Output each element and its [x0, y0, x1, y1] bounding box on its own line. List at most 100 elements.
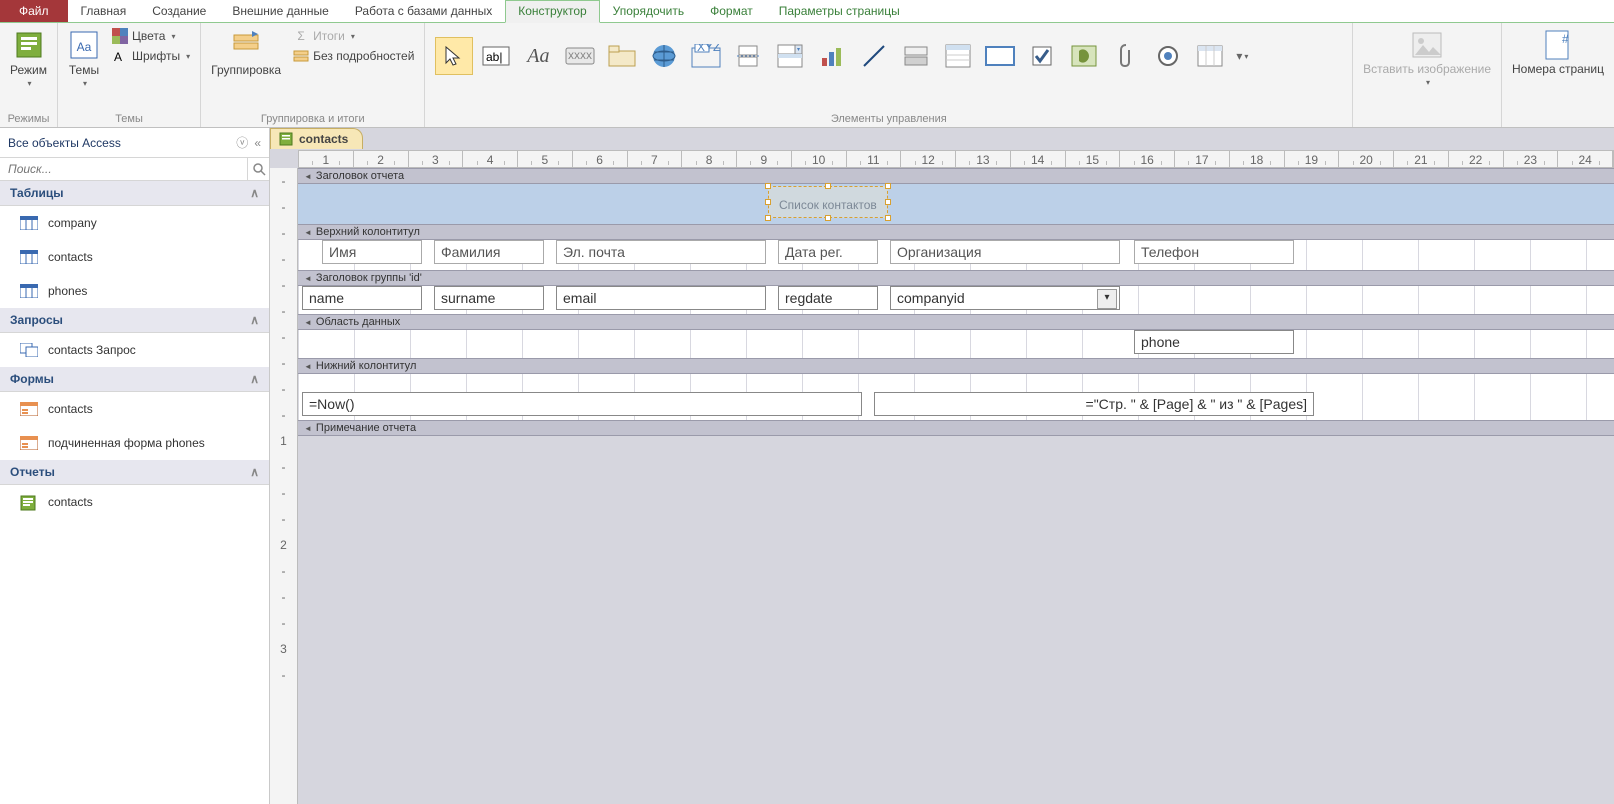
ctrl-option[interactable] [1149, 37, 1187, 75]
nav-collapse-icon[interactable]: « [254, 136, 261, 150]
nav-item-company[interactable]: company [0, 206, 269, 240]
nav-item-contacts-form[interactable]: contacts [0, 392, 269, 426]
tab-external[interactable]: Внешние данные [219, 0, 342, 22]
ctrl-optiongroup[interactable]: XYZ [687, 37, 725, 75]
ctrl-label[interactable]: Aa [519, 37, 557, 75]
ctrl-textbox[interactable]: ab| [477, 37, 515, 75]
label-company[interactable]: Организация [890, 240, 1120, 264]
field-name[interactable]: name [302, 286, 422, 310]
ctrl-combobox[interactable] [771, 37, 809, 75]
section-group-header[interactable]: Заголовок группы 'id' [298, 270, 1614, 286]
field-surname[interactable]: surname [434, 286, 544, 310]
nav-item-subform-phones[interactable]: подчиненная форма phones [0, 426, 269, 460]
label-email[interactable]: Эл. почта [556, 240, 766, 264]
tab-design[interactable]: Конструктор [505, 0, 599, 23]
band-page-header[interactable]: Имя Фамилия Эл. почта Дата рег. Организа… [298, 240, 1614, 270]
group-grouping: Группировка Σ Итоги Без подробностей Гру… [201, 23, 425, 127]
nav-dropdown-icon[interactable]: ⓥ [236, 134, 248, 151]
group-grouping-label: Группировка и итоги [207, 111, 418, 125]
insert-image-label: Вставить изображение [1363, 63, 1491, 76]
group-themes: Aa Темы Цвета A Шрифты Темы [58, 23, 201, 127]
nodetails-button[interactable]: Без подробностей [289, 47, 418, 65]
section-report-footer[interactable]: Примечание отчета [298, 420, 1614, 436]
field-phone[interactable]: phone [1134, 330, 1294, 354]
field-pages[interactable]: ="Стр. " & [Page] & " из " & [Pages] [874, 392, 1314, 416]
fonts-button[interactable]: A Шрифты [108, 47, 194, 65]
band-page-footer[interactable]: =Now() ="Стр. " & [Page] & " из " & [Pag… [298, 374, 1614, 420]
label-name[interactable]: Имя [322, 240, 422, 264]
ctrl-toggle[interactable] [897, 37, 935, 75]
nav-cat-forms[interactable]: Формы∧ [0, 367, 269, 392]
section-page-footer[interactable]: Нижний колонтитул [298, 358, 1614, 374]
ctrl-more[interactable]: ▾ [1233, 37, 1251, 75]
field-email[interactable]: email [556, 286, 766, 310]
design-canvas[interactable]: Заголовок отчета Список контактов Верхни… [298, 168, 1614, 804]
band-group-header[interactable]: name surname email regdate companyid [298, 286, 1614, 314]
ctrl-attachment[interactable] [1107, 37, 1145, 75]
tab-create[interactable]: Создание [139, 0, 219, 22]
themes-button[interactable]: Aa Темы [64, 27, 104, 90]
section-page-header[interactable]: Верхний колонтитул [298, 224, 1614, 240]
ctrl-tab[interactable] [603, 37, 641, 75]
totals-button[interactable]: Σ Итоги [289, 27, 418, 45]
nav-item-contacts-report[interactable]: contacts [0, 485, 269, 519]
grouping-button[interactable]: Группировка [207, 27, 285, 79]
tab-pagesetup[interactable]: Параметры страницы [766, 0, 913, 22]
section-report-header[interactable]: Заголовок отчета [298, 168, 1614, 184]
ctrl-select[interactable] [435, 37, 473, 75]
image-icon [1411, 29, 1443, 61]
nav-search [0, 158, 269, 181]
title-label-control[interactable]: Список контактов [768, 186, 888, 218]
insert-image-button[interactable]: Вставить изображение [1359, 27, 1495, 89]
label-surname[interactable]: Фамилия [434, 240, 544, 264]
band-report-header[interactable]: Список контактов [298, 184, 1614, 224]
document-tab[interactable]: contacts [270, 128, 363, 149]
field-companyid[interactable]: companyid [890, 286, 1120, 310]
nav-item-contacts-query[interactable]: contacts Запрос [0, 333, 269, 367]
nav-item-contacts-table[interactable]: contacts [0, 240, 269, 274]
nav-cat-tables[interactable]: Таблицы∧ [0, 181, 269, 206]
nav-header[interactable]: Все объекты Access ⓥ « [0, 128, 269, 158]
field-now[interactable]: =Now() [302, 392, 862, 416]
ctrl-chart[interactable] [813, 37, 851, 75]
section-detail[interactable]: Область данных [298, 314, 1614, 330]
tab-format[interactable]: Формат [697, 0, 766, 22]
navigation-pane: Все объекты Access ⓥ « Таблицы∧ company … [0, 128, 270, 804]
colors-icon [112, 28, 128, 44]
nav-item-phones[interactable]: phones [0, 274, 269, 308]
tab-dbtools[interactable]: Работа с базами данных [342, 0, 505, 22]
pagenum-button[interactable]: # Номера страниц [1508, 27, 1608, 78]
ctrl-pagebreak[interactable] [729, 37, 767, 75]
ctrl-unbound[interactable] [1065, 37, 1103, 75]
ctrl-line[interactable] [855, 37, 893, 75]
search-input[interactable] [0, 158, 247, 180]
totals-label: Итоги [313, 29, 345, 43]
ctrl-rectangle[interactable] [981, 37, 1019, 75]
ribbon-body: Режим Режимы Aa Темы Цвета A Шрифты Темы [0, 23, 1614, 128]
ctrl-listbox[interactable] [939, 37, 977, 75]
group-pagenum-glabel [1508, 111, 1608, 125]
tab-arrange[interactable]: Упорядочить [600, 0, 697, 22]
ctrl-button[interactable]: xxxx [561, 37, 599, 75]
mode-button[interactable]: Режим [6, 27, 51, 90]
nav-cat-reports[interactable]: Отчеты∧ [0, 460, 269, 485]
label-regdate[interactable]: Дата рег. [778, 240, 878, 264]
nodetails-icon [293, 48, 309, 64]
band-report-footer[interactable] [298, 436, 1614, 736]
label-phone[interactable]: Телефон [1134, 240, 1294, 264]
tab-home[interactable]: Главная [68, 0, 140, 22]
svg-text:#: # [1562, 32, 1569, 46]
band-detail[interactable]: phone [298, 330, 1614, 358]
horizontal-ruler[interactable]: 123456789101112131415161718192021222324 [298, 150, 1614, 168]
search-button[interactable] [247, 158, 269, 180]
colors-button[interactable]: Цвета [108, 27, 194, 45]
table-icon [20, 250, 38, 264]
tab-file[interactable]: Файл [0, 0, 68, 22]
fonts-label: Шрифты [132, 49, 180, 63]
nav-cat-queries[interactable]: Запросы∧ [0, 308, 269, 333]
vertical-ruler[interactable]: ----------1---2---3- [270, 168, 298, 804]
field-regdate[interactable]: regdate [778, 286, 878, 310]
ctrl-hyperlink[interactable] [645, 37, 683, 75]
ctrl-subform[interactable] [1191, 37, 1229, 75]
ctrl-checkbox[interactable] [1023, 37, 1061, 75]
